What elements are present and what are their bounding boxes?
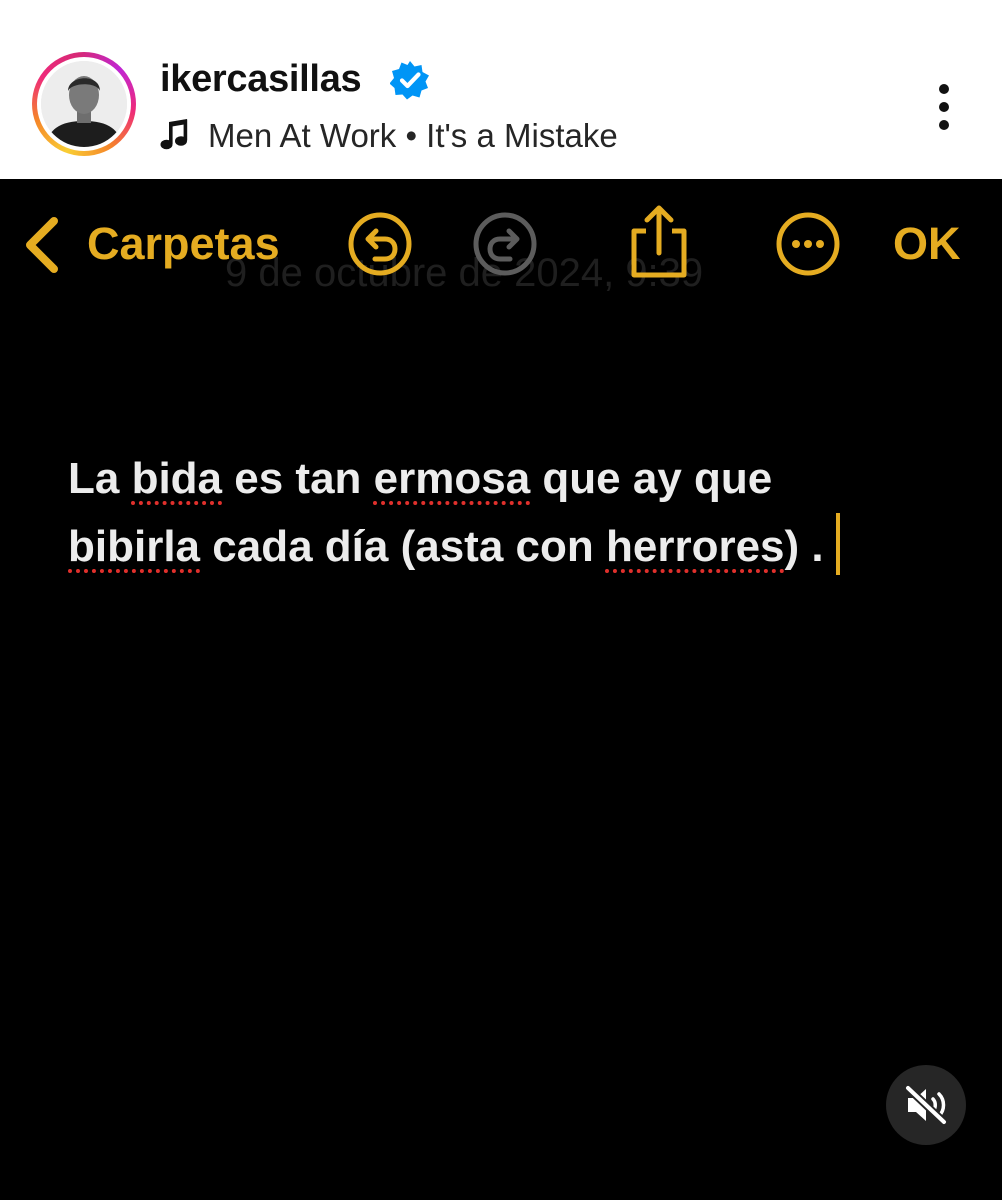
misspelled-word: herrores (605, 522, 785, 571)
note-text-segment: que ay que (530, 454, 773, 503)
note-text[interactable]: La bida es tan ermosa que ay que bibirla … (68, 445, 948, 581)
avatar[interactable] (41, 61, 127, 147)
done-button[interactable]: OK (893, 218, 961, 270)
back-to-folders-button[interactable]: Carpetas (87, 218, 280, 270)
more-circle-icon[interactable] (773, 209, 843, 279)
music-note-icon (160, 119, 188, 150)
misspelled-word: bida (131, 454, 223, 503)
note-text-segment: La (68, 454, 132, 503)
misspelled-word: bibirla (68, 522, 201, 571)
note-line: bibirla cada día (asta con herrores) . (68, 513, 948, 581)
misspelled-word: ermosa (373, 454, 531, 503)
undo-icon[interactable] (345, 209, 415, 279)
note-text-segment: ) . (784, 522, 824, 571)
text-cursor (835, 513, 840, 575)
story-ring[interactable] (32, 52, 136, 156)
chevron-left-icon[interactable] (18, 215, 64, 275)
post-media[interactable]: 9 de octubre de 2024, 9:39 Carpetas OK L… (0, 179, 1002, 1200)
note-line: La bida es tan ermosa que ay que (68, 445, 948, 513)
verified-badge-icon (390, 61, 429, 100)
speaker-muted-icon (904, 1085, 948, 1125)
post-header: ikercasillas Men At Work • It's a Mistak… (0, 0, 1002, 179)
username[interactable]: ikercasillas (160, 57, 362, 101)
avatar-photo (41, 61, 127, 147)
mute-button[interactable] (886, 1065, 966, 1145)
note-text-segment: cada día (asta con (200, 522, 606, 571)
notes-toolbar: Carpetas OK (0, 179, 1002, 309)
redo-icon[interactable] (470, 209, 540, 279)
share-icon[interactable] (622, 201, 696, 281)
note-text-segment: es tan (222, 454, 374, 503)
vertical-ellipsis-icon[interactable] (920, 82, 968, 132)
audio-track-label[interactable]: Men At Work • It's a Mistake (208, 116, 618, 156)
